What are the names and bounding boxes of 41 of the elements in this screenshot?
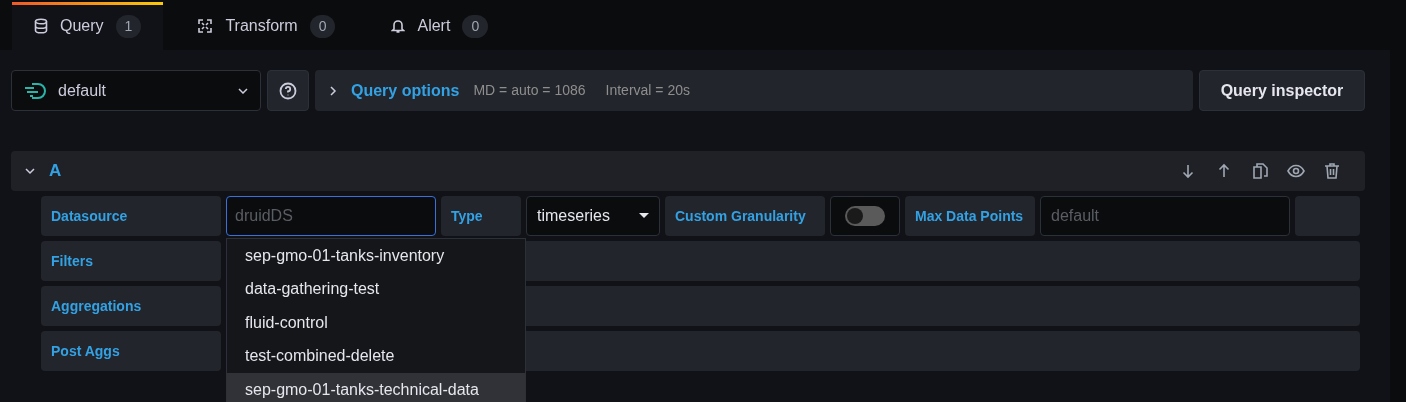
- help-icon: [279, 81, 297, 100]
- help-button[interactable]: [267, 70, 309, 111]
- datasource-logo-icon: [24, 81, 48, 100]
- datasource-input[interactable]: druidDS: [226, 196, 436, 236]
- field-label: Aggregations: [41, 286, 221, 326]
- datasource-select[interactable]: default: [11, 70, 261, 111]
- bell-icon: [391, 18, 406, 34]
- interval-info: Interval = 20s: [605, 81, 690, 100]
- tab[interactable]: Alert 0: [369, 2, 511, 50]
- query-ref: A: [49, 160, 63, 183]
- field-label: Type: [441, 196, 521, 236]
- count-badge: 0: [462, 14, 489, 38]
- max-data-points-input[interactable]: default: [1040, 196, 1290, 236]
- caret-down-icon: [639, 213, 649, 219]
- dropdown-option[interactable]: test-combined-delete: [227, 339, 525, 373]
- field-label: Max Data Points: [905, 196, 1035, 236]
- field-label: Custom Granularity: [665, 196, 825, 236]
- dropdown-option[interactable]: sep-gmo-01-tanks-inventory: [227, 239, 525, 273]
- field-label: Filters: [41, 241, 221, 281]
- chevron-down-icon[interactable]: [25, 166, 35, 176]
- max-data-points-info: MD = auto = 1086: [473, 81, 586, 100]
- copy-icon[interactable]: [1251, 162, 1269, 180]
- chevron-down-icon: [238, 87, 248, 94]
- tab[interactable]: Transform 0: [175, 2, 358, 50]
- field-label: Datasource: [41, 196, 221, 236]
- database-icon: [34, 18, 48, 34]
- dropdown-option[interactable]: sep-gmo-01-tanks-technical-data: [227, 373, 525, 402]
- field-label: Post Aggs: [41, 331, 221, 371]
- query-inspector-button[interactable]: Query inspector: [1199, 70, 1365, 111]
- transform-icon: [197, 18, 214, 34]
- eye-icon[interactable]: [1287, 162, 1305, 180]
- count-badge: 0: [309, 14, 336, 38]
- query-options-bar[interactable]: Query options MD = auto = 1086 Interval = 20s: [315, 70, 1193, 111]
- dropdown-option[interactable]: fluid-control: [227, 306, 525, 340]
- granularity-switch[interactable]: [845, 206, 885, 226]
- query-options-title: Query options: [351, 80, 460, 101]
- count-badge: 1: [115, 14, 142, 38]
- type-select[interactable]: timeseries: [526, 196, 660, 236]
- dropdown-option[interactable]: data-gathering-test: [227, 272, 525, 306]
- tab[interactable]: Query 1: [12, 2, 164, 50]
- trash-icon[interactable]: [1323, 162, 1341, 180]
